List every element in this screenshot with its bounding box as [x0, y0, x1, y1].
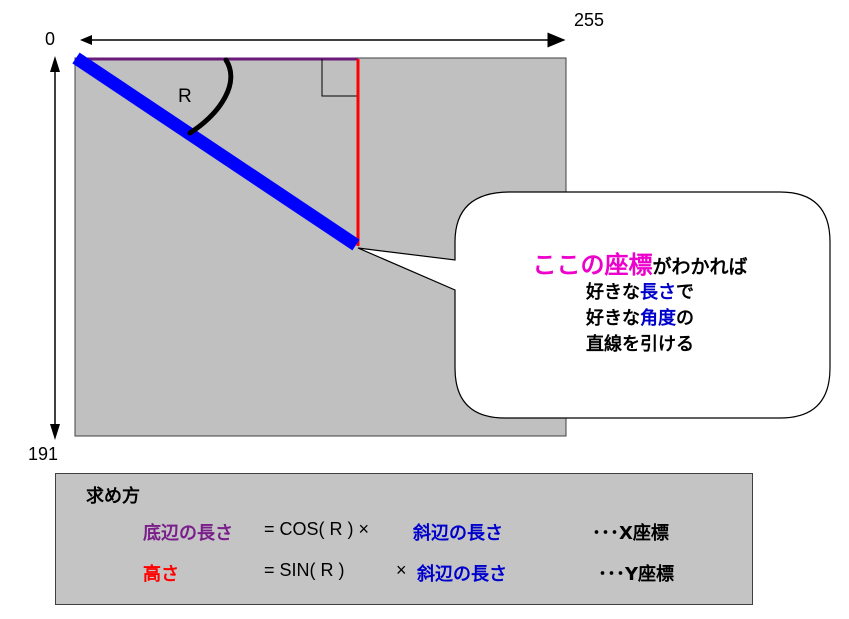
x-coordinate-label: ･･･X座標: [592, 523, 669, 544]
x-max-label: 255: [574, 10, 605, 30]
bubble-line1-rest: がわかれば: [652, 256, 748, 278]
bubble-line3-post: の: [676, 308, 694, 329]
y-axis-arrow-top: [50, 56, 60, 72]
formula-row-sin: 高さ = SIN( R ) × 斜辺の長さ ･･･Y座標: [56, 560, 752, 586]
origin-label: 0: [45, 29, 56, 49]
bubble-line3-pre: 好きな: [586, 308, 640, 329]
sin-expression: = SIN( R ): [264, 560, 345, 580]
bubble-line3-blue: 角度: [640, 308, 676, 329]
bubble-text: ここの座標がわかれば 好きな長さで 好きな角度の 直線を引ける: [470, 252, 810, 358]
bubble-highlight: ここの座標: [532, 251, 653, 279]
diagram-stage: 0 255 191 R ここの座標がわかれば 好きな長さで 好きな角度の 直線を…: [0, 0, 849, 619]
y-max-label: 191: [28, 444, 59, 464]
x-axis-arrow-start: [80, 35, 92, 45]
y-axis-arrow-bottom: [50, 424, 60, 440]
times-sign: ×: [396, 560, 407, 580]
formula-row-cos: 底辺の長さ = COS( R ) × 斜辺の長さ ･･･X座標: [56, 519, 752, 545]
height-term: 高さ: [143, 564, 179, 585]
bubble-line-2: 好きな長さで: [470, 280, 810, 306]
formula-title: 求め方: [86, 486, 140, 507]
formula-box: 求め方 底辺の長さ = COS( R ) × 斜辺の長さ ･･･X座標 高さ =…: [55, 473, 753, 605]
bubble-line2-post: で: [676, 282, 694, 303]
angle-label: R: [178, 86, 192, 107]
bubble-line2-blue: 長さ: [640, 282, 676, 303]
bubble-line-3: 好きな角度の: [470, 306, 810, 332]
bubble-line-1: ここの座標がわかれば: [470, 252, 810, 280]
cos-expression: = COS( R ) ×: [264, 519, 370, 539]
hypotenuse-term-1: 斜辺の長さ: [413, 523, 503, 544]
y-coordinate-label: ･･･Y座標: [598, 564, 675, 585]
hypotenuse-term-2: 斜辺の長さ: [417, 564, 507, 585]
base-length-term: 底辺の長さ: [143, 523, 233, 544]
bubble-line2-pre: 好きな: [586, 282, 640, 303]
bubble-line-4: 直線を引ける: [586, 334, 694, 355]
